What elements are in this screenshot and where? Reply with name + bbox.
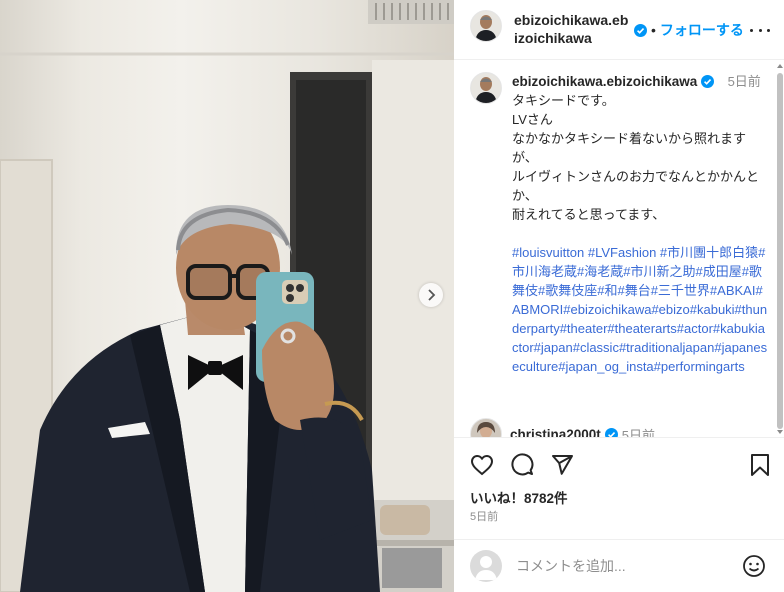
chevron-right-icon — [428, 289, 436, 301]
avatar-image — [471, 419, 501, 437]
likes-count[interactable]: いいね！8782件 — [470, 487, 568, 507]
bookmark-icon — [751, 454, 769, 476]
author-avatar[interactable] — [470, 10, 502, 42]
comment-input[interactable] — [516, 558, 736, 574]
caption-line: タキシードです。 — [512, 93, 615, 108]
caption-username[interactable]: ebizoichikawa.ebizoichikawa — [512, 74, 697, 89]
post-timestamp[interactable]: 5日前 — [470, 508, 498, 524]
action-bar: いいね！8782件 5日前 — [454, 437, 784, 537]
caption-line: なかなかタキシード着ないから照れますが、 — [512, 131, 747, 165]
caption: ebizoichikawa.ebizoichikawa 5日前 タキシードです。… — [470, 72, 770, 376]
photo-scene — [0, 0, 454, 592]
post-photo[interactable] — [0, 0, 454, 592]
caption-hashtags[interactable]: #louisvuitton #LVFashion #市川團十郎白猿#市川海老蔵#… — [512, 243, 770, 376]
comment-button[interactable] — [510, 453, 534, 477]
caption-body: ebizoichikawa.ebizoichikawa 5日前 タキシードです。… — [512, 72, 770, 376]
scroll-up-icon[interactable] — [777, 64, 783, 68]
caption-line: ルイヴィトンさんのお力でなんとかかんとか、 — [512, 169, 760, 203]
comment-icon — [511, 453, 534, 476]
caption-line: 耐えれてると思ってます、 — [512, 207, 666, 222]
more-options-icon[interactable] — [750, 22, 770, 38]
comment-time[interactable]: 5日前 — [622, 425, 655, 438]
author-username[interactable]: ebizoichikawa.ebizoichikawa — [514, 11, 632, 47]
heart-icon — [470, 454, 494, 476]
scroll-down-icon[interactable] — [777, 430, 783, 434]
like-button[interactable] — [470, 453, 494, 477]
avatar-image — [471, 73, 501, 103]
save-button[interactable] — [748, 453, 772, 477]
comment-item: christina2000t 5日前 — [470, 418, 655, 437]
commenter-username[interactable]: christina2000t — [510, 427, 601, 438]
verified-badge-icon — [700, 75, 714, 88]
commenter-avatar[interactable] — [470, 418, 502, 437]
default-avatar-icon — [475, 556, 497, 580]
avatar-image — [471, 11, 501, 41]
caption-time[interactable]: 5日前 — [728, 74, 761, 89]
post-header: ebizoichikawa.ebizoichikawa • フォローする — [454, 0, 784, 60]
share-button[interactable] — [550, 453, 574, 477]
comments-area[interactable]: ebizoichikawa.ebizoichikawa 5日前 タキシードです。… — [454, 61, 784, 437]
post-side-panel: ebizoichikawa.ebizoichikawa • フォローする ebi… — [454, 0, 784, 592]
current-user-avatar — [470, 550, 502, 582]
verified-badge-icon — [634, 23, 647, 37]
caption-line: LVさん — [512, 112, 553, 127]
emoji-icon[interactable] — [742, 554, 766, 578]
scrollbar-thumb[interactable] — [777, 73, 783, 429]
separator-dot: • — [651, 22, 656, 38]
carousel-next-button[interactable] — [419, 283, 443, 307]
follow-button[interactable]: フォローする — [660, 20, 744, 40]
verified-badge-icon — [604, 427, 618, 437]
comments-scrollbar[interactable] — [776, 61, 784, 437]
add-comment-bar — [454, 539, 784, 592]
caption-avatar[interactable] — [470, 72, 502, 104]
share-icon — [552, 455, 573, 475]
